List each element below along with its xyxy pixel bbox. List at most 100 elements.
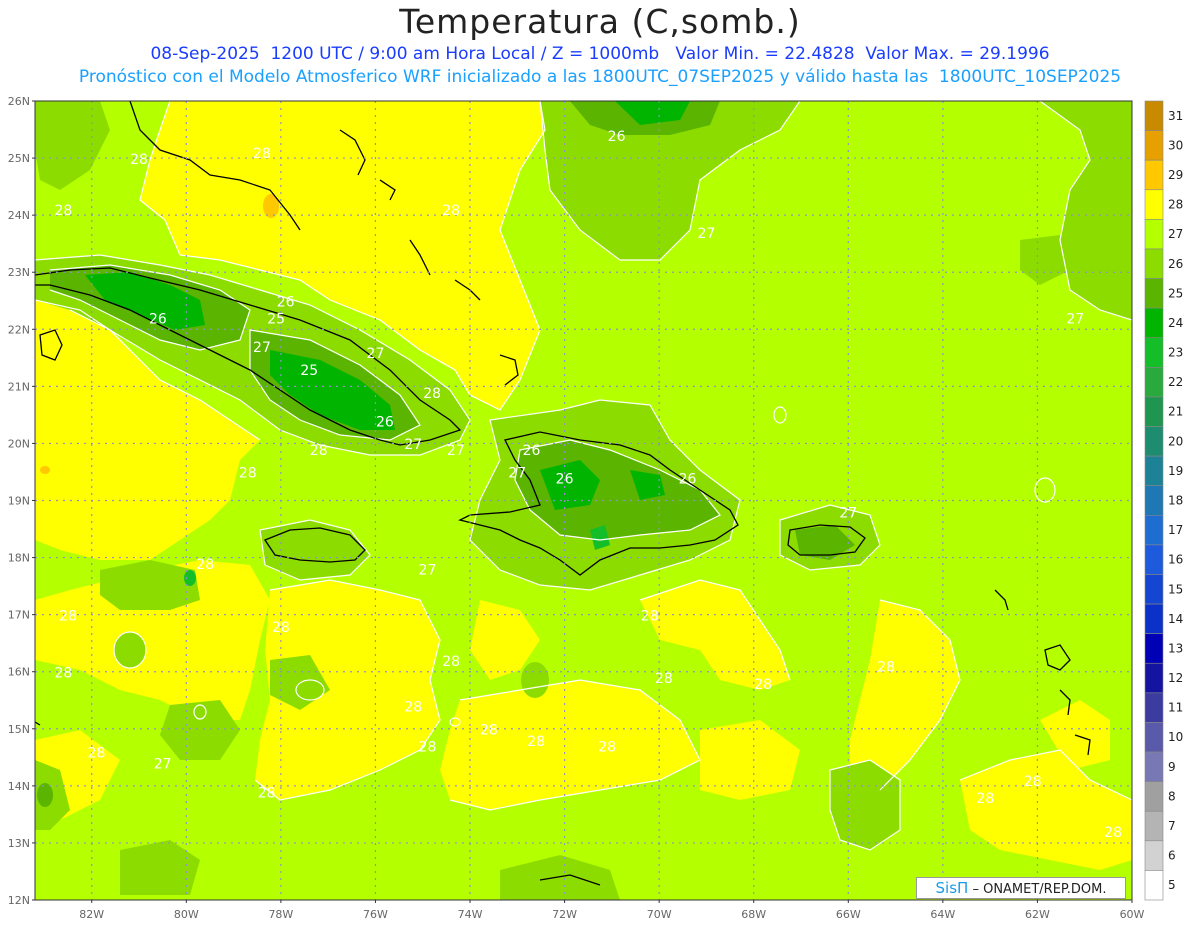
colorbar-swatch <box>1144 189 1164 220</box>
colorbar-label: 7 <box>1168 819 1176 833</box>
region-29-gulf-spot <box>40 466 50 474</box>
contour-label: 28 <box>54 203 72 219</box>
colorbar-swatch <box>1144 692 1164 723</box>
contour-label: 28 <box>655 671 673 687</box>
contour-label: 27 <box>404 437 422 453</box>
lon-tick-label: 72W <box>552 908 577 921</box>
colorbar-label: 26 <box>1168 257 1183 271</box>
colorbar-swatch <box>1144 514 1164 546</box>
lat-tick-label: 12N <box>8 894 30 907</box>
credit-box: SisΠ – ONAMET/REP.DOM. <box>916 877 1126 899</box>
contour-label: 28 <box>877 660 895 676</box>
contour-label: 26 <box>149 312 167 328</box>
region-27-small-c <box>521 662 549 698</box>
colorbar-label: 16 <box>1168 553 1183 567</box>
colorbar-label: 18 <box>1168 494 1183 508</box>
colorbar-label: 12 <box>1168 671 1183 685</box>
colorbar-swatch <box>1144 307 1164 339</box>
colorbar-swatch <box>1144 396 1164 427</box>
contour-label: 25 <box>300 363 318 379</box>
colorbar-swatch <box>1144 722 1164 753</box>
colorbar-label: 5 <box>1168 878 1176 892</box>
contour-label: 26 <box>376 414 394 430</box>
lat-tick-label: 26N <box>8 95 30 108</box>
colorbar-label: 15 <box>1168 582 1183 596</box>
contour-label: 28 <box>977 791 995 807</box>
contour-label: 28 <box>253 146 271 162</box>
lon-tick-label: 82W <box>79 908 104 921</box>
colorbar-label: 9 <box>1168 760 1176 774</box>
colorbar-swatch <box>1144 810 1164 842</box>
colorbar-swatch <box>1144 100 1164 131</box>
colorbar-swatch <box>1144 248 1164 279</box>
lat-tick-label: 24N <box>8 209 30 222</box>
colorbar-swatch <box>1144 870 1164 901</box>
colorbar-label: 8 <box>1168 789 1176 803</box>
contour-label: 28 <box>527 734 545 750</box>
contour-label: 28 <box>239 466 257 482</box>
lon-tick-label: 68W <box>741 908 766 921</box>
lat-tick-label: 22N <box>8 323 30 336</box>
lat-tick-label: 16N <box>8 666 30 679</box>
contour-label: 26 <box>679 471 697 487</box>
contour-label: 26 <box>277 294 295 310</box>
contour-label: 28 <box>754 677 772 693</box>
contour-label: 26 <box>608 129 626 145</box>
colorbar-label: 31 <box>1168 109 1183 123</box>
contour-label: 28 <box>59 608 77 624</box>
colorbar-label: 10 <box>1168 730 1183 744</box>
contour-label: 28 <box>598 740 616 756</box>
region-25-honduras <box>37 783 53 807</box>
colorbar-label: 13 <box>1168 641 1183 655</box>
contour-label: 28 <box>419 740 437 756</box>
colorbar-label: 20 <box>1168 434 1183 448</box>
contour-label: 28 <box>196 557 214 573</box>
contour-label: 27 <box>447 443 465 459</box>
lon-tick-label: 66W <box>836 908 861 921</box>
lon-tick-label: 74W <box>458 908 483 921</box>
colorbar-label: 14 <box>1168 612 1183 626</box>
contour-label: 28 <box>480 722 498 738</box>
lat-tick-label: 17N <box>8 609 30 622</box>
colorbar-label: 17 <box>1168 523 1183 537</box>
colorbar-swatch <box>1144 544 1164 575</box>
contour-label: 28 <box>88 745 106 761</box>
contour-label: 28 <box>130 152 148 168</box>
sispi-logo: SisΠ <box>935 879 969 897</box>
colorbar-swatch <box>1144 781 1164 812</box>
colorbar-label: 21 <box>1168 405 1183 419</box>
contour-label: 28 <box>54 665 72 681</box>
lat-tick-label: 19N <box>8 495 30 508</box>
colorbar-label: 23 <box>1168 346 1183 360</box>
temperature-colorbar: 31 30 29 28 27 26 25 24 23 22 21 20 19 18 17 16 15 14 13 12… <box>1144 100 1183 901</box>
colorbar-swatch <box>1144 603 1164 634</box>
contour-label: 27 <box>1066 312 1084 328</box>
lon-tick-label: 70W <box>647 908 672 921</box>
contour-label: 28 <box>404 700 422 716</box>
credit-text: – ONAMET/REP.DOM. <box>972 882 1107 897</box>
contour-label: 27 <box>508 466 526 482</box>
colorbar-label: 11 <box>1168 701 1183 715</box>
lat-tick-label: 14N <box>8 780 30 793</box>
colorbar-swatch <box>1144 485 1164 516</box>
lon-tick-label: 80W <box>174 908 199 921</box>
colorbar-swatch <box>1144 130 1164 161</box>
contour-label: 28 <box>641 608 659 624</box>
contour-label: 27 <box>154 757 172 773</box>
lat-tick-label: 20N <box>8 437 30 450</box>
lat-tick-label: 23N <box>8 266 30 279</box>
colorbar-swatch <box>1144 219 1164 250</box>
temperature-map: 26N 25N 24N 23N 22N 21N 20N 19N 18N 17N 16N 15N 14N 1… <box>8 95 1184 921</box>
contour-label: 25 <box>267 312 285 328</box>
lon-tick-label: 62W <box>1025 908 1050 921</box>
colorbar-label: 22 <box>1168 375 1183 389</box>
colorbar-label: 25 <box>1168 286 1183 300</box>
contour-label: 28 <box>423 386 441 402</box>
colorbar-swatch <box>1144 337 1164 368</box>
colorbar-swatch <box>1144 455 1164 487</box>
lat-tick-label: 18N <box>8 552 30 565</box>
colorbar-swatch <box>1144 426 1164 457</box>
colorbar-swatch <box>1144 633 1164 664</box>
colorbar-label: 19 <box>1168 464 1183 478</box>
contour-label: 27 <box>419 563 437 579</box>
